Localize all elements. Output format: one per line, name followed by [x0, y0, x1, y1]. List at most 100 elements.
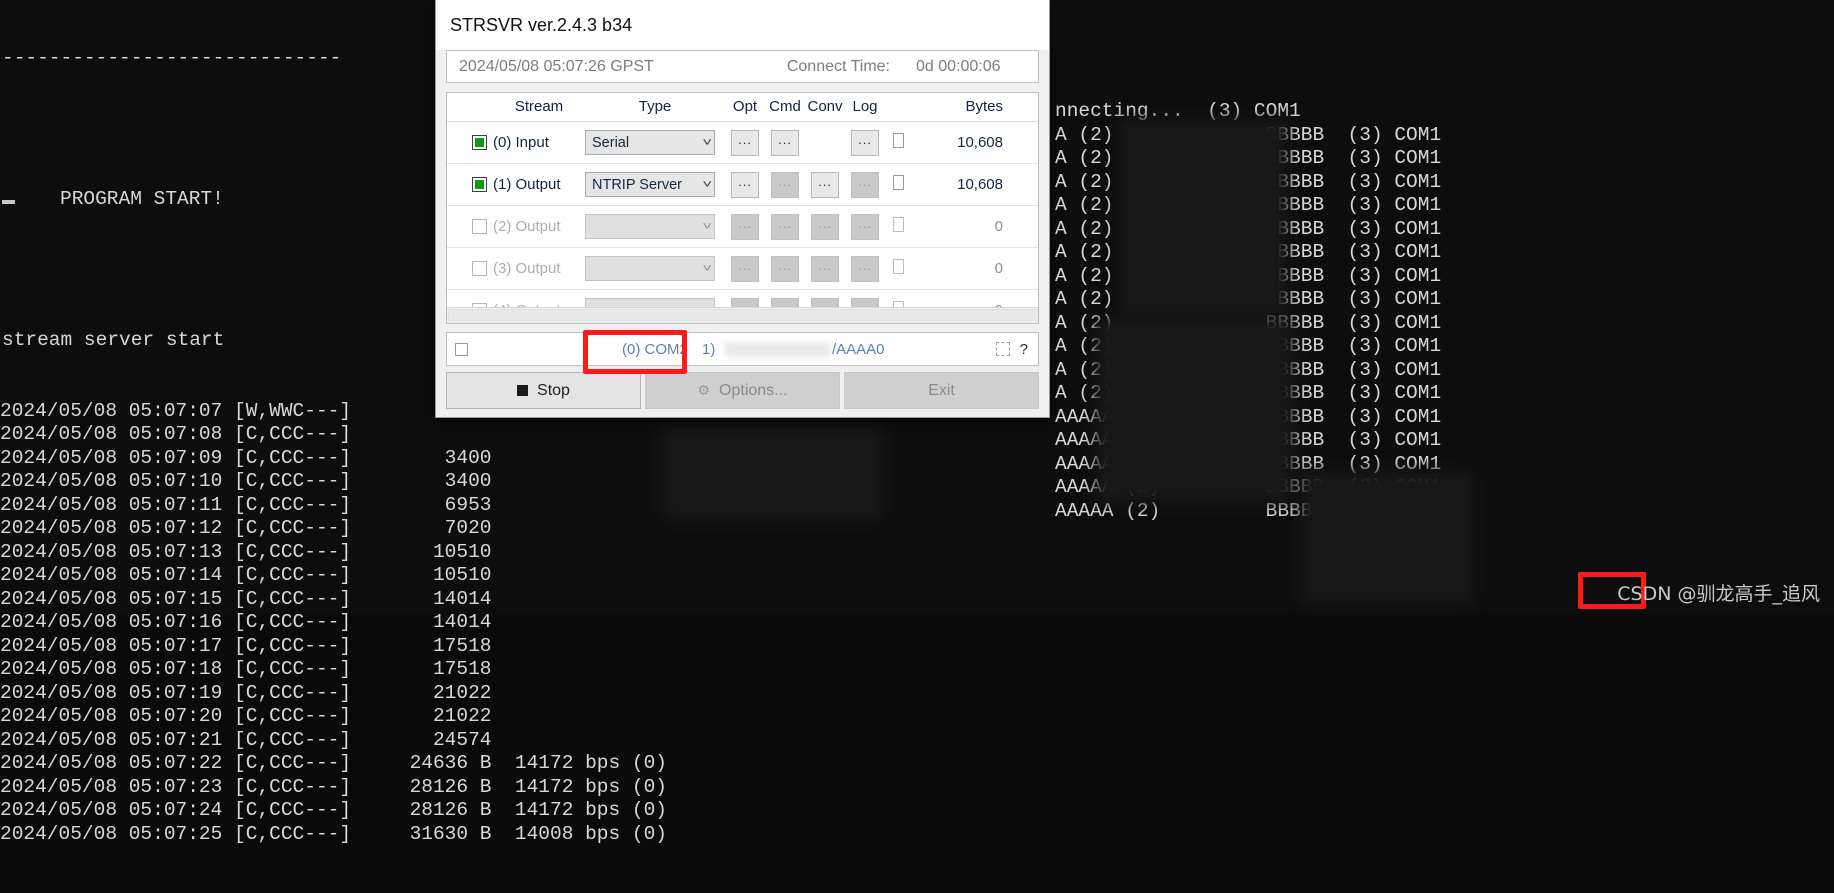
opt-cell: ... [725, 247, 765, 290]
streams-table-head: Stream Type Opt Cmd Conv Log Bytes Bps [447, 93, 1038, 122]
enable-checkbox[interactable] [472, 218, 487, 234]
terminal-log-line: 2024/05/08 05:07:11 [C,CCC---] 6953 [0, 493, 492, 516]
log-checkbox-cell [885, 121, 911, 164]
terminal-log-line: 2024/05/08 05:07:19 [C,CCC---] 21022 [0, 681, 492, 704]
stream-type-select[interactable]: Serial ˅ [585, 130, 715, 155]
log-checkbox[interactable] [892, 174, 904, 190]
streams-table-container[interactable]: Stream Type Opt Cmd Conv Log Bytes Bps (… [446, 92, 1039, 324]
chevron-down-icon: ˅ [701, 220, 712, 233]
stream-type-value: Serial [592, 134, 630, 151]
stream-name-label: (3) Output [493, 259, 561, 277]
table-row[interactable]: (0) Input Serial ˅......... 10,608 14,001 [447, 121, 1038, 164]
log-button[interactable]: ... [851, 171, 879, 198]
bps-cell: 0 [1013, 247, 1038, 290]
cmd-button[interactable]: ... [771, 171, 799, 198]
terminal-log-line: 2024/05/08 05:07:10 [C,CCC---] 3400 [0, 470, 492, 492]
stream-type-select[interactable]: ˅ [585, 214, 715, 239]
col-log-check [885, 93, 911, 122]
opt-cell: ... [725, 163, 765, 206]
log-checkbox[interactable] [892, 216, 904, 232]
strsvr-window[interactable]: STRSVR ver.2.4.3 b34 2024/05/08 05:07:26… [435, 0, 1050, 418]
stream-type-cell: ˅ [585, 247, 725, 290]
status-checkbox[interactable] [455, 342, 468, 356]
terminal-log-line: 2024/05/08 05:07:22 [C,CCC---] 24636 B 1… [0, 752, 668, 774]
terminal-log-line: 2024/05/08 05:07:20 [C,CCC---] 21022 [0, 705, 492, 727]
stream-type-cell: Serial ˅ [585, 121, 725, 164]
bps-cell: 0 [1013, 205, 1038, 248]
enable-checkbox-cell [447, 205, 493, 248]
log-checkbox-cell [885, 205, 911, 248]
gpst-time: 2024/05/08 05:07:26 GPST [459, 57, 654, 75]
conv-button[interactable]: ... [811, 255, 839, 282]
opt-button[interactable]: ... [731, 213, 759, 240]
streams-hscrollbar-thumb[interactable] [448, 309, 1038, 321]
status-stream1-index: 1) [702, 340, 716, 358]
enable-checkbox[interactable] [472, 176, 487, 192]
col-bytes: Bytes [911, 93, 1013, 122]
stop-square-icon [517, 385, 529, 396]
stream-name-cell: (2) Output [493, 205, 585, 248]
table-row[interactable]: (2) Output ˅............ 00 [447, 205, 1038, 248]
chevron-down-icon: ˅ [701, 136, 712, 149]
window-title: STRSVR ver.2.4.3 b34 [450, 14, 633, 35]
status-bar[interactable]: (0) COM2 1) /AAAA0 ? [446, 332, 1039, 366]
cmd-cell: ... [765, 247, 805, 290]
chevron-down-icon: ˅ [701, 262, 712, 275]
exit-button[interactable]: Exit [844, 372, 1039, 409]
stream-type-cell: ˅ [585, 205, 725, 248]
cmd-button[interactable]: ... [771, 255, 799, 282]
col-bps: Bps [1013, 93, 1038, 122]
enable-checkbox[interactable] [472, 260, 487, 276]
log-button[interactable]: ... [851, 213, 879, 240]
cmd-cell: ... [765, 163, 805, 206]
resize-grip-icon[interactable] [995, 342, 1010, 356]
log-button[interactable]: ... [851, 255, 879, 282]
log-button[interactable]: ... [851, 129, 879, 156]
enable-checkbox-cell [447, 163, 493, 206]
table-row[interactable]: (3) Output ˅............ 00 [447, 247, 1038, 290]
stream-type-value: NTRIP Server [592, 176, 682, 193]
stream-name-cell: (1) Output [493, 163, 585, 206]
redacted-block-left [660, 425, 885, 520]
bytes-cell: 0 [911, 247, 1013, 290]
options-button[interactable]: ⚙ Options... [645, 372, 840, 409]
cmd-cell: ... [765, 205, 805, 248]
opt-button[interactable]: ... [731, 255, 759, 282]
bytes-cell: 10,608 [911, 121, 1013, 164]
stream-type-select[interactable]: NTRIP Server ˅ [585, 172, 715, 197]
stop-button[interactable]: Stop [446, 372, 641, 409]
terminal-log-line: 2024/05/08 05:07:13 [C,CCC---] 10510 [0, 540, 492, 563]
help-icon[interactable]: ? [1020, 341, 1028, 358]
terminal-log-line: 2024/05/08 05:07:12 [C,CCC---] 7020 [0, 517, 492, 539]
enable-checkbox-cell [447, 247, 493, 290]
conv-cell: ... [805, 205, 845, 248]
cmd-button[interactable]: ... [771, 129, 799, 156]
terminal-log-line: 2024/05/08 05:07:14 [C,CCC---] 10510 [0, 564, 492, 586]
bytes-value: 10,608 [957, 175, 1003, 193]
enable-checkbox[interactable] [472, 134, 487, 150]
stream-name-cell: (0) Input [493, 121, 585, 164]
redacted-block-bottom [1300, 470, 1475, 605]
stream-type-select[interactable]: ˅ [585, 256, 715, 281]
conv-cell: ... [805, 247, 845, 290]
watermark: CSDN @驯龙高手_追风 [1617, 583, 1820, 605]
log-cell: ... [845, 247, 885, 290]
col-log: Log [845, 93, 885, 122]
conv-button[interactable]: ... [811, 213, 839, 240]
opt-button[interactable]: ... [731, 129, 759, 156]
conv-button[interactable]: ... [811, 171, 839, 198]
opt-cell: ... [725, 205, 765, 248]
streams-hscrollbar[interactable] [447, 307, 1038, 323]
log-checkbox[interactable] [892, 132, 904, 148]
gear-icon: ⚙ [697, 382, 711, 398]
chevron-down-icon: ˅ [701, 178, 712, 191]
log-checkbox-cell [885, 163, 911, 206]
opt-button[interactable]: ... [731, 171, 759, 198]
cmd-button[interactable]: ... [771, 213, 799, 240]
redacted-block-mid [1095, 318, 1295, 503]
log-checkbox[interactable] [892, 258, 904, 274]
conv-cell: ... [805, 163, 845, 206]
log-cell: ... [845, 121, 885, 164]
table-row[interactable]: (1) Output NTRIP Server ˅............ 10,60… [447, 163, 1038, 206]
col-opt: Opt [725, 93, 765, 122]
